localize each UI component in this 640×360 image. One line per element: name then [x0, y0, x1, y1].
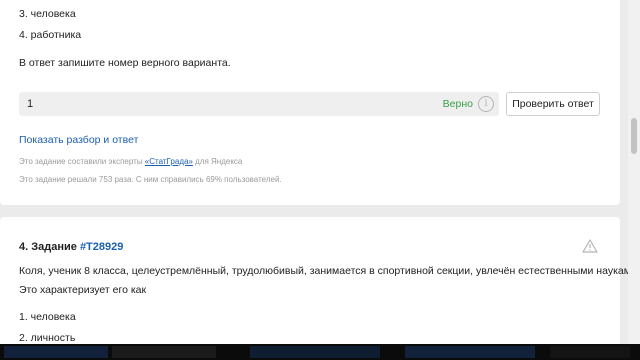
scrollbar-track[interactable] [628, 0, 640, 344]
task-id-link[interactable]: #T28929 [80, 241, 123, 253]
taskbar-item[interactable] [112, 346, 216, 358]
credit-text: Это задание составили эксперты «СтатГрад… [19, 157, 242, 166]
option-3: 3. человека [19, 8, 76, 20]
info-icon[interactable]: i [478, 96, 494, 112]
taskbar [0, 344, 640, 360]
answer-input[interactable] [27, 92, 407, 116]
question-line-1: Коля, ученик 8 класса, целеустремлённый,… [19, 265, 640, 277]
correct-status: Верно [442, 98, 473, 110]
task-3-card: 3. человека 4. работника В ответ запишит… [0, 0, 620, 205]
option-4: 4. работника [19, 29, 82, 41]
scrollbar-thumb[interactable] [631, 118, 637, 154]
solve-stats: Это задание решали 753 раза. С ним справ… [19, 175, 282, 184]
option-1: 1. человека [19, 311, 76, 323]
task-title: 4. Задание #T28929 [19, 241, 123, 253]
taskbar-item[interactable] [4, 346, 108, 358]
answer-field-container: Верно i [19, 92, 499, 116]
show-solution-link[interactable]: Показать разбор и ответ [19, 134, 138, 146]
statgrad-link[interactable]: «СтатГрада» [145, 157, 193, 166]
option-2: 2. личность [19, 332, 76, 344]
warning-triangle-icon[interactable] [582, 239, 598, 253]
question-line-2: Это характеризует его как [19, 284, 147, 296]
check-answer-button[interactable]: Проверить ответ [506, 92, 600, 116]
task-title-prefix: 4. Задание [19, 241, 77, 253]
taskbar-item[interactable] [250, 346, 380, 358]
credit-prefix: Это задание составили эксперты [19, 157, 145, 166]
answer-instruction: В ответ запишите номер верного варианта. [19, 57, 231, 69]
taskbar-item[interactable] [550, 346, 630, 358]
credit-suffix: для Яндекса [192, 157, 243, 166]
taskbar-item[interactable] [405, 346, 535, 358]
